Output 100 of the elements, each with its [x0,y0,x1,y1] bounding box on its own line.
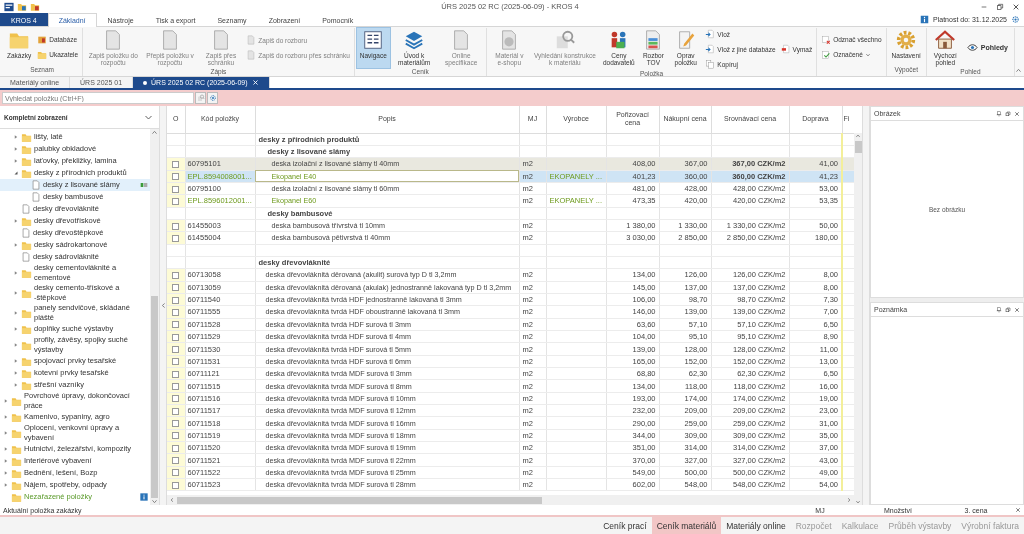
app-icon[interactable] [4,1,14,12]
layers-icon [403,29,426,51]
expander-icon[interactable] [12,242,19,248]
checkbox[interactable] [172,444,180,452]
folder-icon [21,307,32,319]
checkbox[interactable] [172,383,180,391]
folder-icon [11,491,22,503]
options-button[interactable] [207,92,218,104]
restore-icon[interactable] [1005,110,1011,117]
search-icon [196,94,205,102]
folder-icon [21,367,32,379]
folder-icon [21,339,32,351]
delete-icon [780,44,791,54]
folder-icon [21,155,32,167]
scrollbar-thumb[interactable] [151,296,158,498]
checkbox[interactable] [172,457,180,465]
document-icon [21,252,31,262]
checkbox[interactable] [172,481,180,489]
folder-icon [21,239,32,251]
checkbox[interactable] [172,222,180,230]
scrollbar[interactable] [854,133,862,505]
document-icon [246,50,257,61]
checkbox[interactable] [172,333,180,341]
checkbox[interactable] [172,309,180,316]
checkbox[interactable] [172,395,180,403]
eye-icon [966,42,978,54]
folder-icon [11,467,22,479]
checkbox[interactable] [172,358,180,366]
copy-icon [705,59,716,69]
expander-icon[interactable] [12,290,19,296]
expander-icon[interactable] [12,310,19,316]
document-icon [246,35,257,46]
checkbox[interactable] [172,197,180,205]
database-icon [37,34,48,45]
close-icon[interactable] [1014,306,1020,313]
folder-icon [11,427,22,439]
search-button[interactable] [195,92,206,104]
checkbox[interactable] [172,321,180,329]
folder-icon [21,355,32,367]
checkbox[interactable] [172,271,180,279]
checkbox[interactable] [172,173,180,181]
scrollbar-thumb[interactable] [854,141,862,153]
info-icon [140,493,148,501]
restore-icon[interactable] [1005,306,1011,313]
folder-icon [11,443,22,455]
checkbox[interactable] [172,346,180,354]
close-icon[interactable] [1012,2,1020,11]
expander-icon[interactable] [12,218,19,224]
folder-icon [11,395,22,407]
pin-icon[interactable] [996,306,1002,313]
checkbox[interactable] [172,185,180,193]
folder-icon [21,143,32,155]
folder-icon [37,49,48,60]
close-icon[interactable] [1014,110,1020,117]
info-icon [920,15,930,24]
module-tab[interactable]: Ceník materiálů [651,517,722,534]
caret-icon [864,51,871,58]
module-tab[interactable]: Materiály online [721,517,791,534]
module-tab[interactable]: Ceník prací [598,517,652,534]
expander-icon[interactable] [12,326,19,332]
checkbox[interactable] [172,284,180,292]
folder-icon[interactable] [30,1,40,12]
document-icon [21,228,31,238]
checkbox[interactable] [172,432,180,440]
checkbox[interactable] [172,234,180,242]
expander-icon[interactable] [12,342,19,348]
folder-icon [21,267,32,279]
folder-icon [21,131,32,143]
scrollbar-thumb[interactable] [177,496,542,504]
folder-icon [21,215,32,227]
checkbox[interactable] [172,160,180,168]
checkbox[interactable] [172,296,180,304]
folder-icon [11,411,22,423]
expander-icon[interactable] [2,430,9,436]
settings-icon[interactable] [1011,15,1020,24]
restore-icon[interactable] [996,2,1004,11]
checkbox[interactable] [172,420,180,428]
uncheck-icon [821,34,832,45]
collapse-ribbon-icon[interactable] [1015,67,1022,74]
scrollbar[interactable] [167,495,854,505]
checkbox[interactable] [172,407,180,415]
folder-icon [11,455,22,467]
list-icon [362,29,385,51]
folder-icon[interactable] [17,1,27,12]
settings-icon [208,94,217,102]
folder-icon [21,287,32,299]
scrollbar[interactable] [150,129,159,505]
folder-icon [21,323,32,335]
expander-icon[interactable] [2,414,9,420]
close-icon[interactable] [1015,507,1021,513]
expander-icon[interactable] [2,398,9,404]
folder-icon [21,167,32,179]
home-icon [934,29,957,51]
folder-icon [21,379,32,391]
checkbox[interactable] [172,469,180,477]
check-icon [821,49,832,60]
pin-icon[interactable] [996,110,1002,117]
folder-icon [11,479,22,491]
expander-icon[interactable] [12,270,19,276]
checkbox[interactable] [172,370,180,378]
